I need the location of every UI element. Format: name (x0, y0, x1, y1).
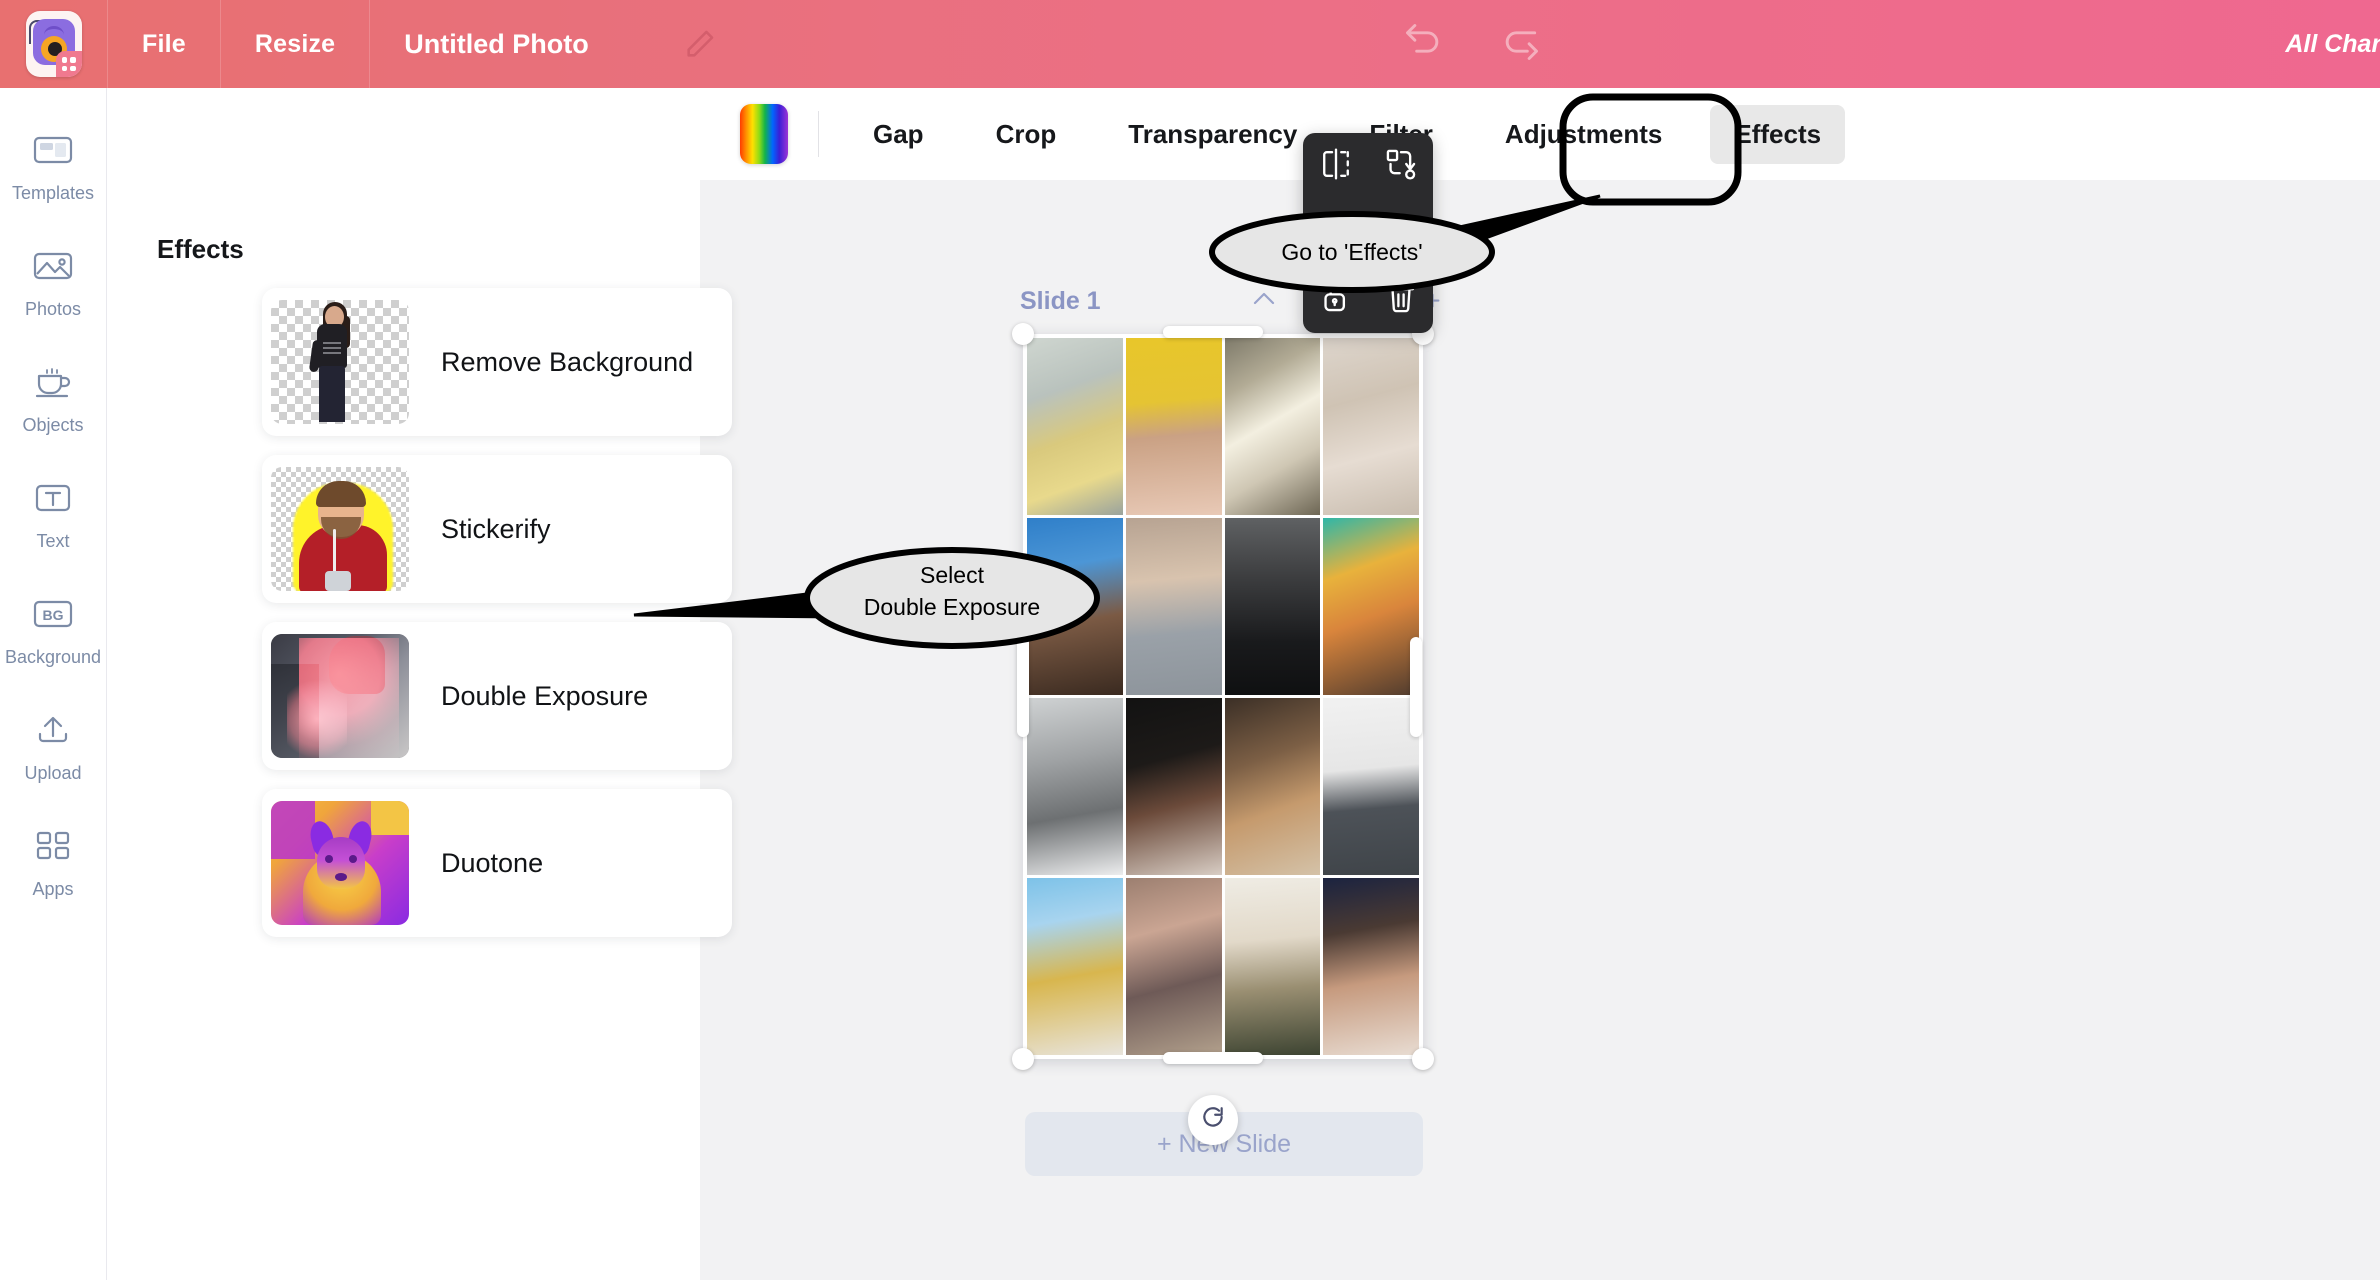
sidebar-item-label: Templates (11, 183, 95, 203)
effect-card-stickerify[interactable]: Stickerify (262, 455, 732, 603)
collage-cell[interactable] (1323, 698, 1419, 875)
sidebar-item-label: Text (36, 531, 70, 551)
collage-cell[interactable] (1027, 518, 1123, 695)
save-status: All Chang (2285, 29, 2380, 58)
layers-button[interactable] (1313, 210, 1359, 256)
toolbar-divider (818, 111, 819, 157)
redo-arrow-icon[interactable] (1496, 20, 1544, 69)
trash-icon (1384, 280, 1418, 319)
tab-adjustments[interactable]: Adjustments (1481, 105, 1686, 164)
document-title[interactable]: Untitled Photo (370, 0, 622, 88)
effects-panel: Effects Remove Background Stickerify Dou… (107, 88, 732, 1280)
editor-toolbar: Gap Crop Transparency Filter Adjustments… (700, 88, 2380, 180)
sidebar-item-label: Photos (24, 299, 82, 319)
sidebar-item-objects[interactable]: Objects (0, 358, 107, 436)
tab-gap[interactable]: Gap (849, 105, 948, 164)
unlock-icon (1319, 280, 1353, 319)
effects-card-list: Remove Background Stickerify Double Expo… (262, 288, 732, 956)
duplicate-icon (1384, 213, 1418, 252)
collage-cell[interactable] (1323, 338, 1419, 515)
upload-arrow-icon (33, 706, 73, 754)
flip-button[interactable] (1313, 143, 1359, 189)
text-t-icon (33, 474, 73, 522)
sidebar-item-photos[interactable]: Photos (0, 242, 107, 320)
svg-text:BG: BG (43, 607, 64, 623)
effect-card-label: Duotone (441, 847, 544, 878)
menu-file[interactable]: File (108, 0, 221, 88)
objects-cup-icon (32, 358, 74, 406)
tab-transparency[interactable]: Transparency (1104, 105, 1321, 164)
delete-button[interactable] (1378, 277, 1424, 323)
man-red-shirt-sticker-thumb (271, 467, 409, 591)
undo-arrow-icon[interactable] (1400, 20, 1448, 69)
slide-title: Slide 1 (1020, 286, 1101, 315)
collage-cell[interactable] (1027, 878, 1123, 1055)
sidebar-item-templates[interactable]: Templates (0, 126, 107, 204)
app-logo[interactable] (0, 0, 108, 88)
canvas-area (700, 180, 2380, 1280)
resize-handle-bottom-right[interactable] (1412, 1048, 1434, 1070)
tab-effects[interactable]: Effects (1710, 104, 1846, 164)
resize-handle-top[interactable] (1163, 326, 1263, 338)
layers-icon (1319, 213, 1353, 252)
sidebar-item-label: Apps (32, 879, 74, 899)
tab-crop[interactable]: Crop (972, 105, 1081, 164)
lock-button[interactable] (1313, 277, 1359, 323)
sidebar-item-apps[interactable]: Apps (0, 822, 107, 900)
sidebar-item-label: Background (4, 647, 102, 667)
app-header: File Resize Untitled Photo All Chang (0, 0, 2380, 88)
collage-frame[interactable] (1023, 334, 1423, 1059)
sidebar-item-label: Objects (22, 415, 84, 435)
replace-image-icon (1384, 147, 1418, 186)
move-slide-up-button[interactable] (1248, 288, 1280, 315)
rainbow-gradient-swatch[interactable] (740, 104, 788, 164)
photos-icon (33, 242, 73, 290)
duplicate-button[interactable] (1378, 210, 1424, 256)
panel-title: Effects (157, 234, 244, 264)
collage-cell[interactable] (1224, 338, 1321, 515)
collage-cell[interactable] (1027, 338, 1123, 515)
collage-cell[interactable] (1125, 878, 1222, 1055)
resize-handle-left[interactable] (1017, 637, 1029, 737)
replace-button[interactable] (1378, 143, 1424, 189)
object-float-toolbar (1303, 133, 1433, 333)
effect-card-label: Double Exposure (441, 680, 649, 711)
flip-horizontal-icon (1319, 147, 1353, 186)
left-sidebar: Templates Photos Objects Text BG Backgro… (0, 88, 107, 1280)
collage-cell[interactable] (1125, 338, 1222, 515)
resize-handle-bottom[interactable] (1163, 1052, 1263, 1064)
collage-cell[interactable] (1323, 878, 1419, 1055)
double-exposure-red-thumb (271, 634, 409, 758)
menu-resize[interactable]: Resize (221, 0, 371, 88)
sidebar-item-label: Upload (24, 763, 82, 783)
resize-handle-right[interactable] (1410, 637, 1422, 737)
background-bg-icon: BG (31, 590, 75, 638)
effect-card-duotone[interactable]: Duotone (262, 789, 732, 937)
collage-cell[interactable] (1125, 698, 1222, 875)
rotate-handle[interactable] (1188, 1095, 1238, 1145)
resize-handle-top-left[interactable] (1012, 323, 1034, 345)
collage-cell[interactable] (1224, 698, 1321, 875)
sidebar-item-background[interactable]: BG Background (0, 590, 107, 668)
woman-transparent-bg-thumb (271, 300, 409, 424)
resize-handle-bottom-left[interactable] (1012, 1048, 1034, 1070)
effect-card-label: Remove Background (441, 346, 694, 377)
photo-collage-grid (1027, 338, 1419, 1055)
templates-icon (33, 126, 73, 174)
pencil-icon[interactable] (683, 27, 717, 61)
rotate-icon (1200, 1105, 1226, 1136)
effect-card-label: Stickerify (441, 513, 551, 544)
collage-cell[interactable] (1125, 518, 1222, 695)
duotone-dog-thumb (271, 801, 409, 925)
sidebar-item-upload[interactable]: Upload (0, 706, 107, 784)
collage-cell[interactable] (1027, 698, 1123, 875)
effect-card-double-exposure[interactable]: Double Exposure (262, 622, 732, 770)
effect-card-remove-background[interactable]: Remove Background (262, 288, 732, 436)
apps-grid-icon (34, 822, 72, 870)
sidebar-item-text[interactable]: Text (0, 474, 107, 552)
collage-cell[interactable] (1224, 518, 1321, 695)
collage-cell[interactable] (1224, 878, 1321, 1055)
collage-cell[interactable] (1323, 518, 1419, 695)
